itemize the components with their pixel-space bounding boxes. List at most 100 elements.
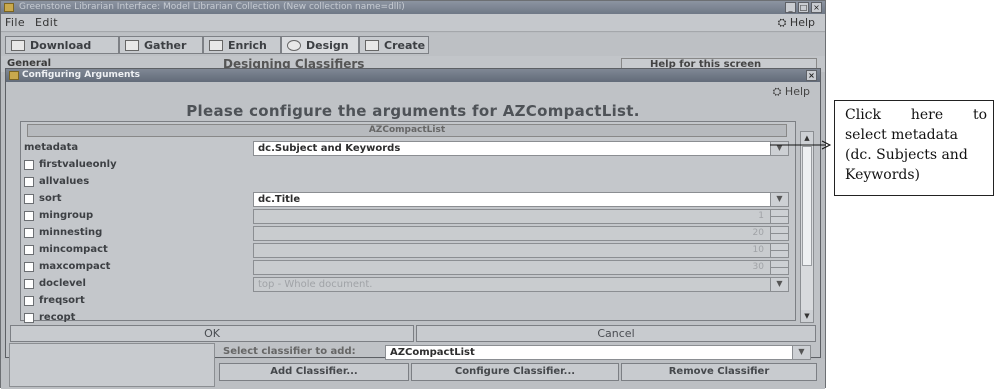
tab-enrich[interactable]: Enrich — [203, 36, 281, 54]
minnesting-checkbox[interactable] — [24, 228, 34, 238]
annotation-callout: Click here to select metadata (dc. Subje… — [834, 100, 994, 196]
arg-row-freqsort: freqsort — [21, 293, 797, 310]
callout-word: here — [910, 107, 944, 123]
recopt-checkbox[interactable] — [24, 313, 34, 323]
app-window: Greenstone Librarian Interface: Model Li… — [0, 0, 826, 389]
firstvalueonly-checkbox[interactable] — [24, 160, 34, 170]
add-classifier-button[interactable]: Add Classifier... — [219, 363, 409, 381]
arg-label: maxcompact — [39, 261, 111, 272]
dialog-title-bar: Configuring Arguments × — [6, 69, 820, 82]
menu-bar: File Edit ⛭ Help — [1, 14, 825, 32]
tab-label: Create — [384, 39, 426, 52]
arg-label: freqsort — [39, 295, 85, 306]
tab-download[interactable]: Download — [5, 36, 119, 54]
dialog-close-icon[interactable]: × — [806, 70, 817, 81]
doclevel-checkbox[interactable] — [24, 279, 34, 289]
classifier-controls: Select classifier to add: AZCompactList … — [1, 343, 825, 389]
arg-row-minnesting: minnesting 20 — [21, 225, 797, 242]
configure-classifier-button[interactable]: Configure Classifier... — [411, 363, 619, 381]
callout-line-2: select metadata — [845, 127, 958, 143]
classifier-select[interactable]: AZCompactList ▼ — [385, 345, 811, 360]
help-label: Help — [789, 16, 815, 29]
window-title: Greenstone Librarian Interface: Model Li… — [19, 2, 405, 12]
spinner-arrows-icon[interactable] — [770, 244, 788, 257]
arg-row-sort: sort dc.Title ▼ — [21, 191, 797, 208]
title-bar: Greenstone Librarian Interface: Model Li… — [1, 1, 825, 14]
callout-line-3: (dc. Subjects and — [845, 147, 968, 163]
tab-label: Enrich — [228, 39, 267, 52]
chevron-down-icon[interactable]: ▼ — [770, 278, 788, 291]
arg-label: mingroup — [39, 210, 94, 221]
tab-create[interactable]: Create — [359, 36, 429, 54]
mincompact-spinner[interactable]: 10 — [253, 243, 789, 258]
classifier-select-value: AZCompactList — [390, 347, 475, 358]
metadata-select[interactable]: dc.Subject and Keywords ▼ — [253, 141, 789, 156]
tab-label: Download — [30, 39, 92, 52]
dialog-title: Configuring Arguments — [22, 70, 141, 80]
arg-label: recopt — [39, 312, 76, 323]
dialog-heading: Please configure the arguments for AZCom… — [186, 102, 640, 120]
maximize-button[interactable]: □ — [798, 2, 809, 13]
arg-row-doclevel: doclevel top - Whole document. ▼ — [21, 276, 797, 293]
spinner-arrows-icon[interactable] — [770, 261, 788, 274]
sort-value: dc.Title — [258, 194, 301, 205]
callout-arrow — [770, 140, 832, 150]
dialog-help-button[interactable]: ⛭ Help — [773, 85, 810, 99]
menu-edit[interactable]: Edit — [35, 16, 58, 29]
arg-row-maxcompact: maxcompact 30 — [21, 259, 797, 276]
minimize-button[interactable]: _ — [785, 2, 796, 13]
arg-row-metadata: metadata dc.Subject and Keywords ▼ — [21, 140, 797, 157]
mingroup-spinner[interactable]: 1 — [253, 209, 789, 224]
sort-select[interactable]: dc.Title ▼ — [253, 192, 789, 207]
cancel-button[interactable]: Cancel — [416, 325, 816, 342]
arg-row-mincompact: mincompact 10 — [21, 242, 797, 259]
arg-row-allvalues: allvalues — [21, 174, 797, 191]
chevron-down-icon[interactable]: ▼ — [792, 346, 810, 359]
arguments-panel: AZCompactList metadata dc.Subject and Ke… — [20, 121, 797, 323]
dialog-help-label: Help — [784, 85, 810, 98]
classifier-list[interactable] — [9, 343, 215, 387]
maxcompact-spinner[interactable]: 30 — [253, 260, 789, 275]
tab-design[interactable]: Design — [281, 36, 359, 54]
close-button[interactable]: × — [811, 2, 822, 13]
callout-line-4: Keywords) — [845, 167, 920, 183]
arg-label: minnesting — [39, 227, 103, 238]
scrollbar-thumb[interactable] — [802, 146, 812, 266]
configuring-arguments-dialog: Configuring Arguments × ⛭ Help Please co… — [5, 68, 821, 358]
arg-label: allvalues — [39, 176, 90, 187]
scroll-down-icon[interactable]: ▼ — [801, 310, 813, 322]
app-icon — [4, 3, 14, 12]
arguments-scrollbar[interactable]: ▲ ▼ — [800, 131, 814, 323]
metadata-value: dc.Subject and Keywords — [258, 143, 401, 154]
help-icon: ⛭ — [772, 85, 785, 98]
arg-label: sort — [39, 193, 62, 204]
callout-word: Click — [845, 107, 881, 123]
tab-label: Gather — [144, 39, 187, 52]
download-icon — [11, 40, 25, 51]
enrich-icon — [209, 40, 223, 51]
doclevel-select[interactable]: top - Whole document. ▼ — [253, 277, 789, 292]
minnesting-spinner[interactable]: 20 — [253, 226, 789, 241]
tab-bar: Download Gather Enrich Design Create — [1, 33, 825, 56]
mincompact-checkbox[interactable] — [24, 245, 34, 255]
chevron-down-icon[interactable]: ▼ — [770, 193, 788, 206]
freqsort-checkbox[interactable] — [24, 296, 34, 306]
help-menu[interactable]: ⛭ Help — [778, 16, 815, 30]
arg-label: mincompact — [39, 244, 108, 255]
menu-file[interactable]: File — [5, 16, 25, 29]
sort-checkbox[interactable] — [24, 194, 34, 204]
arg-label: doclevel — [39, 278, 86, 289]
dialog-icon — [9, 71, 19, 80]
mingroup-checkbox[interactable] — [24, 211, 34, 221]
help-icon: ⛭ — [777, 16, 790, 29]
doclevel-value: top - Whole document. — [258, 279, 373, 290]
create-icon — [365, 40, 379, 51]
ok-button[interactable]: OK — [10, 325, 414, 342]
allvalues-checkbox[interactable] — [24, 177, 34, 187]
remove-classifier-button[interactable]: Remove Classifier — [621, 363, 817, 381]
mincompact-value: 10 — [752, 245, 764, 255]
maxcompact-checkbox[interactable] — [24, 262, 34, 272]
spinner-arrows-icon[interactable] — [770, 227, 788, 240]
spinner-arrows-icon[interactable] — [770, 210, 788, 223]
tab-gather[interactable]: Gather — [119, 36, 203, 54]
